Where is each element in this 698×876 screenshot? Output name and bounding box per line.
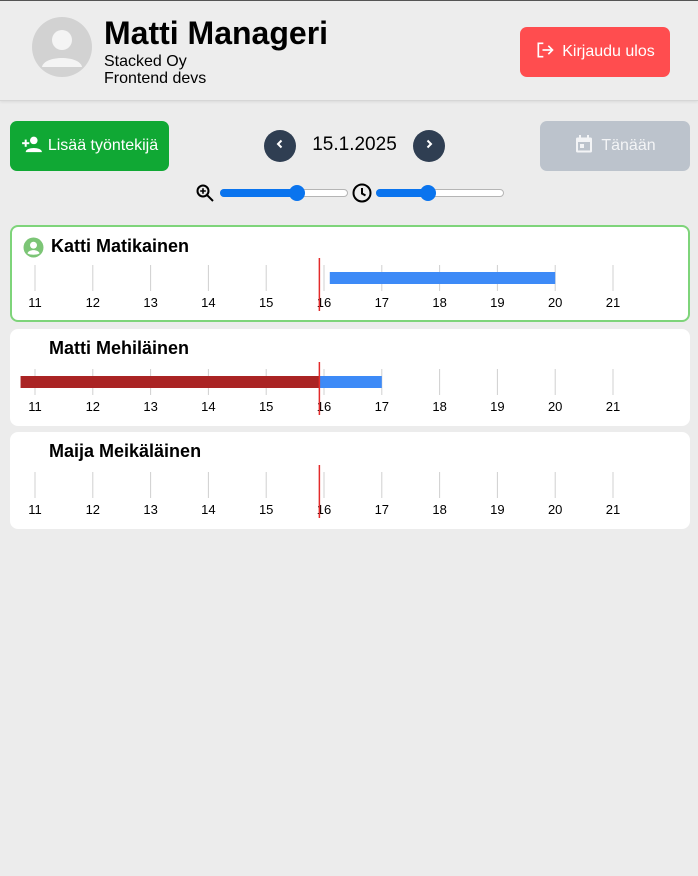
hour-label: 18 <box>432 399 446 414</box>
hour-label: 15 <box>259 399 273 414</box>
hour-label: 14 <box>201 399 215 414</box>
chevron-left-icon <box>274 137 286 155</box>
hour-label: 21 <box>606 295 620 310</box>
employee-timeline[interactable]: 11 12 13 14 15 16 17 18 19 20 21 <box>12 227 692 324</box>
hour-label: 19 <box>490 399 504 414</box>
today-button[interactable]: Tänään <box>540 121 690 171</box>
zoom-slider[interactable] <box>220 183 348 203</box>
add-employee-label: Lisää työntekijä <box>47 137 159 154</box>
zoom-slider-fill <box>220 189 297 197</box>
hour-label: 19 <box>490 502 504 517</box>
user-company: Stacked Oy <box>104 53 187 70</box>
hour-label: 11 <box>28 295 42 310</box>
employee-card[interactable]: Maija Meikäläinen 11 12 13 14 15 16 17 18 19 20 21 <box>10 432 690 529</box>
hour-label: 11 <box>28 399 42 414</box>
zoom-slider-thumb[interactable] <box>288 185 305 201</box>
time-slider-thumb[interactable] <box>420 185 437 201</box>
employee-card[interactable]: Katti Matikainen 11 12 13 14 15 16 17 18 19 20 21 <box>10 225 690 322</box>
user-team: Frontend devs <box>104 70 207 87</box>
hour-label: 20 <box>548 399 562 414</box>
person-add-icon <box>21 135 43 158</box>
hour-label: 18 <box>432 295 446 310</box>
hour-label: 18 <box>432 502 446 517</box>
hour-label: 17 <box>375 502 389 517</box>
chevron-right-icon <box>423 137 435 155</box>
hour-label: 14 <box>201 295 215 310</box>
add-employee-button[interactable]: Lisää työntekijä <box>10 121 169 171</box>
hour-label: 17 <box>375 295 389 310</box>
current-date: 15.1.2025 <box>312 134 397 155</box>
shift-bar-past <box>20 376 320 388</box>
hour-label: 12 <box>86 502 100 517</box>
logout-label: Kirjaudu ulos <box>562 43 655 60</box>
employee-timeline[interactable]: 11 12 13 14 15 16 17 18 19 20 21 <box>10 329 690 426</box>
hour-label: 15 <box>259 295 273 310</box>
hour-label: 14 <box>201 502 215 517</box>
user-avatar-icon <box>32 17 92 77</box>
employee-timeline[interactable]: 11 12 13 14 15 16 17 18 19 20 21 <box>10 432 690 529</box>
hour-label: 21 <box>606 399 620 414</box>
hour-label: 21 <box>606 502 620 517</box>
shift-bar <box>319 376 382 388</box>
previous-day-button[interactable] <box>264 130 296 162</box>
hour-label: 15 <box>259 502 273 517</box>
logout-icon <box>535 40 555 65</box>
app-header: Matti Manageri Stacked Oy Frontend devs … <box>0 0 698 101</box>
employee-card[interactable]: Matti Mehiläinen 11 12 13 14 15 16 17 18 19 20 21 <box>10 329 690 426</box>
logout-button[interactable]: Kirjaudu ulos <box>520 27 670 77</box>
hour-label: 20 <box>548 295 562 310</box>
hour-label: 12 <box>86 295 100 310</box>
hour-label: 13 <box>143 502 157 517</box>
hour-label: 13 <box>143 295 157 310</box>
zoom-in-icon <box>195 183 215 208</box>
hour-label: 17 <box>375 399 389 414</box>
hour-label: 11 <box>28 502 42 517</box>
hour-label: 20 <box>548 502 562 517</box>
today-label: Tänään <box>601 137 656 154</box>
calendar-icon <box>574 134 594 159</box>
hour-label: 13 <box>143 399 157 414</box>
hour-label: 19 <box>490 295 504 310</box>
time-slider[interactable] <box>376 183 504 203</box>
next-day-button[interactable] <box>413 130 445 162</box>
clock-icon <box>351 182 373 209</box>
hour-label: 12 <box>86 399 100 414</box>
shift-bar <box>329 272 556 284</box>
user-name: Matti Manageri <box>104 15 329 51</box>
